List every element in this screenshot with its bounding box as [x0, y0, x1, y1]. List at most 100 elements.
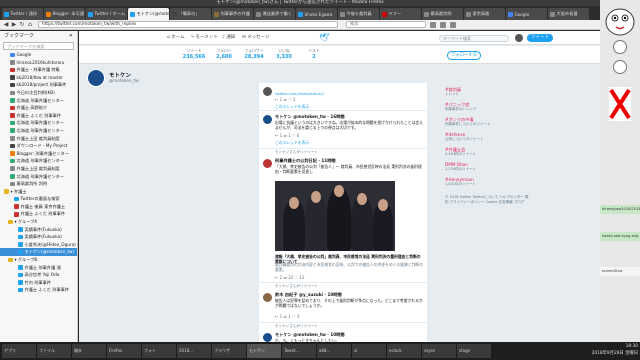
follow-button[interactable]: フォローする [447, 51, 481, 60]
browser-tab[interactable]: Twitter / ホーム [86, 8, 127, 20]
tweet-link[interactable]: twitter.com/i/web/status/1 [275, 91, 325, 96]
bookmark-item[interactable]: 弁護士 ふくだ 刑事事件 [0, 286, 77, 294]
browser-tab[interactable]: 「電車の」 [170, 8, 211, 20]
taskbar-item[interactable]: フォト [142, 344, 176, 358]
twitter-search-input[interactable]: キーワード検索 [439, 35, 509, 42]
nav-home[interactable]: ⌂ ホーム [167, 34, 185, 42]
tweet-actions[interactable]: ↩ 2 ⇄ 32 ♡ 12 [275, 275, 304, 280]
tweet-avatar[interactable] [263, 87, 272, 96]
tweet-actions[interactable]: ↩ 1 ⇄ 1 ♡ 3 [275, 314, 299, 319]
twitter-bird-icon[interactable]: 🕊 [319, 34, 329, 42]
taskbar-item[interactable]: vi [352, 344, 386, 358]
taskbar-item[interactable]: ファイル [37, 344, 71, 358]
bookmark-item[interactable]: ▾ グループB [0, 256, 77, 264]
show-thread-link[interactable]: このスレッドを表示 [275, 104, 309, 110]
bookmark-item[interactable]: 弁護士 後藤 東京弁護士 [0, 203, 77, 211]
close-x-icon[interactable] [609, 87, 631, 121]
tweet-photo[interactable] [275, 181, 395, 251]
taskbar-item[interactable]: モトケン [247, 344, 281, 358]
bookmark-item[interactable]: 竹内 刑事事件 [0, 279, 77, 287]
bookmark-icon[interactable] [430, 21, 436, 28]
taskbar-item[interactable]: アプリ [2, 344, 36, 358]
bookmark-item[interactable]: Twitterの裏面な検索 [0, 195, 77, 203]
browser-tab[interactable]: 運送業界で働く [254, 8, 295, 20]
url-bar[interactable]: https://twitter.com/motoken_tw/with_repl… [38, 21, 338, 28]
pause-icon[interactable] [613, 60, 627, 74]
taskbar-item[interactable]: Tweet... [282, 344, 316, 358]
taskbar-item[interactable]: 2018... [177, 344, 211, 358]
desktop-note[interactable]: tweet-add-eyag-ang [600, 232, 640, 241]
taskbar-item[interactable]: a68... [317, 344, 351, 358]
bookmark-item[interactable]: 北海道 刑事弁護センター [0, 119, 77, 127]
record-icon[interactable] [613, 40, 627, 54]
taskbar-item[interactable]: ブラウザ [212, 344, 246, 358]
show-thread-link[interactable]: このスレッドを表示 [275, 140, 309, 146]
tweet-actions[interactable]: ↩ 1 ⇄ ♡ 3 [275, 97, 295, 102]
bookmark-item[interactable]: 最高裁判所 判例 [0, 180, 77, 188]
browser-tab[interactable]: Blogger: 半可通 [44, 8, 85, 20]
footer-links[interactable]: © 2018 Twitter Twitterについて ヘルプセンター 規約 プラ… [445, 195, 531, 205]
browser-tab[interactable]: 大坂市長選 [548, 8, 589, 20]
bookmark-item[interactable]: 北海道 刑事弁護センター [0, 173, 77, 181]
bookmark-item[interactable]: 実績事件(Fukuoka) [0, 233, 77, 241]
bookmark-item[interactable]: 弁護士 ふくだ 刑事事件 [0, 210, 77, 218]
download-icon[interactable] [440, 21, 446, 28]
profile-stat[interactable]: ツイート 236,566 [179, 48, 209, 60]
browser-tab[interactable]: モトケン(@motoken_tw) [128, 8, 169, 20]
profile-avatar[interactable] [87, 69, 105, 87]
taskbar-item[interactable]: Firefox [107, 344, 141, 358]
bookmark-item[interactable]: ▾ 弁護士 [0, 188, 77, 196]
bookmark-item[interactable]: 弁護士 ふくだ 刑事事件 [0, 112, 77, 120]
tweet-avatar[interactable] [263, 115, 272, 124]
profile-stat[interactable]: いいね 3,330 [269, 48, 299, 60]
profile-stat[interactable]: フォロー 2,600 [209, 48, 239, 60]
nav-moments[interactable]: ϟ モーメント [191, 34, 218, 42]
browser-tab[interactable]: Shoko Egawa [296, 8, 337, 20]
tweet-avatar[interactable] [263, 333, 272, 342]
account-avatar[interactable] [515, 34, 523, 42]
browser-tab[interactable]: 今後も裁判員 [338, 8, 379, 20]
bookmark-item[interactable]: 弁護士 刑事弁護 浦 [0, 264, 77, 272]
tweet-actions[interactable]: ↩ 1 ⇄ 1 ♡ 6 [275, 133, 299, 138]
nav-notifications[interactable]: ♪ 通知 [222, 34, 235, 42]
home-icon[interactable]: ⌂ [26, 21, 34, 29]
profile-stat[interactable]: リスト 2 [299, 48, 329, 60]
bookmark-item[interactable]: 北海道 刑事弁護センター [0, 97, 77, 105]
desktop-note[interactable]: hiramp/wp2018/2018 [600, 205, 640, 214]
desktop-note[interactable]: screenShot [600, 267, 640, 276]
nav-messages[interactable]: ✉ メッセージ [242, 34, 270, 42]
bookmark-item[interactable]: 弁護士上田 裁判員制度 [0, 165, 77, 173]
bookmark-item[interactable]: 実績事件(Fukuoka) [0, 226, 77, 234]
browser-tab[interactable]: 刑事事件の弁護 [212, 8, 253, 20]
profile-stat[interactable]: フォロワー 28,394 [239, 48, 269, 60]
bookmark-item[interactable]: 小倉秀夫(@Hideo_Ogura) [0, 241, 77, 249]
bookmark-item[interactable]: kb2018/tbw at master [0, 74, 77, 82]
bookmark-item[interactable]: ダウンロード - My Project [0, 142, 77, 150]
taskbar-item[interactable]: 端末 [72, 344, 106, 358]
bookmark-item[interactable]: 北海道 刑事弁護センター [0, 157, 77, 165]
bookmark-item[interactable]: Google [0, 51, 77, 59]
taskbar-item[interactable]: stage [457, 344, 491, 358]
clock[interactable]: 18:30 2018年9月28日 金曜日 [592, 343, 638, 357]
bookmark-item[interactable]: 弁護士上田 裁判員制度 [0, 135, 77, 143]
bookmark-item[interactable]: kb2018/project 刑事事件 [0, 81, 77, 89]
bookmark-item[interactable]: 高谷信考 Yoji Oda [0, 271, 77, 279]
reload-icon[interactable]: ↻ [18, 21, 26, 29]
tweet-avatar[interactable] [263, 293, 272, 302]
bookmark-item[interactable]: 北海道 刑事弁護センター [0, 127, 77, 135]
bookmark-item[interactable]: ▾ グループA [0, 218, 77, 226]
bookmark-item[interactable]: 弁護士・刑事弁護 特集 [0, 66, 77, 74]
bookmark-item[interactable]: Blogger: 刑事弁護センター [0, 150, 77, 158]
taskbar-item[interactable]: eclack [387, 344, 421, 358]
close-icon[interactable]: ✕ [69, 31, 73, 41]
taskbar-item[interactable]: ssyes [422, 344, 456, 358]
menu-icon[interactable] [450, 21, 456, 28]
bookmark-item[interactable]: hiranoL2016kuhitoraru [0, 59, 77, 67]
bookmark-item[interactable]: 今日の注目判例(KB) [0, 89, 77, 97]
forward-icon[interactable]: ▶ [10, 21, 18, 29]
bookmark-item[interactable]: 弁護士 高野裕介 [0, 104, 77, 112]
browser-tab[interactable]: Google [506, 8, 547, 20]
tweet-avatar[interactable] [263, 159, 272, 168]
back-icon[interactable]: ◀ [2, 21, 10, 29]
browser-search-input[interactable]: 検索 [346, 21, 426, 28]
